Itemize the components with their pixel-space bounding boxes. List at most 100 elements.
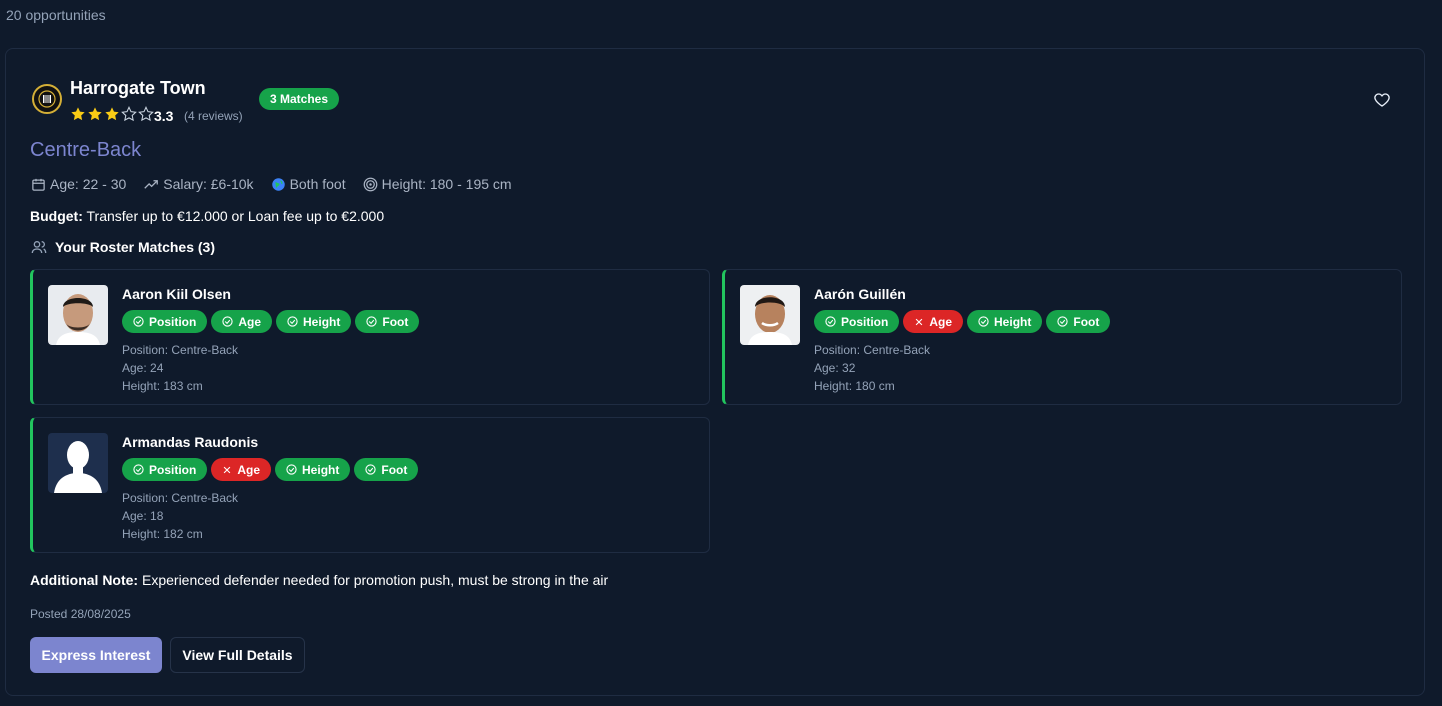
review-count: (4 reviews): [184, 109, 243, 123]
roster-matches-title: Your Roster Matches (3): [31, 239, 215, 255]
player-position: Position: Centre-Back: [122, 343, 239, 357]
match-tags: Position Age Height Foot: [122, 458, 419, 481]
player-name: Armandas Raudonis: [122, 434, 259, 450]
match-tag-label: Age: [929, 314, 953, 329]
player-name: Aaron Kiil Olsen: [122, 286, 231, 302]
player-avatar: [740, 285, 800, 345]
match-tags: Position Age Height Foot: [122, 310, 420, 333]
check-circle-icon: [366, 316, 377, 327]
roster-matches-label: Your Roster Matches (3): [55, 239, 215, 255]
foot-requirement-text: Both foot: [289, 176, 346, 192]
player-height: Height: 180 cm: [814, 379, 895, 393]
match-tags: Position Age Height Foot: [814, 310, 1111, 333]
users-icon: [31, 241, 47, 254]
rating-stars: [70, 106, 154, 122]
match-tag-age: Age: [903, 310, 964, 333]
player-height: Height: 183 cm: [122, 379, 203, 393]
check-circle-icon: [133, 316, 144, 327]
foot-requirement: Both foot: [271, 176, 346, 192]
player-card[interactable]: Armandas Raudonis Position Age Height Fo…: [30, 417, 710, 553]
check-circle-icon: [286, 464, 297, 475]
posted-date: Posted 28/08/2025: [30, 607, 131, 621]
star-empty-icon: [121, 106, 137, 122]
match-tag-foot: Foot: [354, 458, 419, 481]
budget-text: Transfer up to €12.000 or Loan fee up to…: [82, 208, 385, 224]
star-filled-icon: [71, 107, 85, 121]
player-height: Height: 182 cm: [122, 527, 203, 541]
salary-requirement: Salary: £6-10k: [143, 176, 254, 192]
rating-value: 3.3: [154, 108, 174, 124]
player-avatar-placeholder: [48, 433, 108, 493]
player-avatar: [48, 285, 108, 345]
player-info: Position: Centre-Back Age: 24 Height: 18…: [122, 341, 238, 395]
check-circle-icon: [978, 316, 989, 327]
match-tag-foot: Foot: [1046, 310, 1111, 333]
check-circle-icon: [222, 316, 233, 327]
x-icon: [916, 318, 923, 325]
express-interest-button[interactable]: Express Interest: [30, 637, 162, 673]
check-circle-icon: [825, 316, 836, 327]
budget: Budget: Transfer up to €12.000 or Loan f…: [30, 208, 384, 224]
match-tag-label: Foot: [382, 314, 409, 329]
match-tag-foot: Foot: [355, 310, 420, 333]
match-tag-label: Height: [302, 462, 340, 477]
player-position: Position: Centre-Back: [814, 343, 931, 357]
match-tag-age: Age: [211, 310, 273, 333]
match-tag-label: Height: [303, 314, 341, 329]
salary-requirement-text: Salary: £6-10k: [163, 176, 254, 192]
note-text: Experienced defender needed for promotio…: [138, 572, 609, 588]
match-tag-label: Height: [994, 314, 1032, 329]
club-name: Harrogate Town: [70, 78, 206, 98]
opportunities-count: 20 opportunities: [6, 7, 106, 23]
trending-up-icon: [144, 179, 159, 189]
player-age: Age: 18: [122, 509, 164, 523]
view-full-details-button[interactable]: View Full Details: [170, 637, 305, 673]
budget-label: Budget:: [30, 208, 83, 224]
position-title: Centre-Back: [30, 139, 142, 161]
match-tag-label: Age: [237, 462, 261, 477]
star-filled-icon: [88, 107, 102, 121]
player-card[interactable]: Aarón Guillén Position Age Height Foot P…: [722, 269, 1402, 405]
match-tag-label: Foot: [381, 462, 408, 477]
star-empty-icon: [138, 106, 154, 122]
globe-icon: [271, 177, 285, 191]
match-tag-height: Height: [276, 310, 352, 333]
age-requirement: Age: 22 - 30: [31, 176, 126, 192]
player-card[interactable]: Aaron Kiil Olsen Position Age Height Foo…: [30, 269, 710, 405]
match-tag-label: Position: [149, 462, 197, 477]
match-tag-label: Foot: [1073, 314, 1100, 329]
match-tag-position: Position: [814, 310, 900, 333]
check-circle-icon: [133, 464, 144, 475]
player-name: Aarón Guillén: [814, 286, 906, 302]
check-circle-icon: [365, 464, 376, 475]
club-logo: [32, 84, 62, 114]
x-icon: [224, 466, 231, 473]
player-age: Age: 24: [122, 361, 164, 375]
match-tag-label: Age: [238, 314, 262, 329]
player-position: Position: Centre-Back: [122, 491, 239, 505]
heart-icon[interactable]: [1373, 91, 1391, 109]
star-filled-icon: [105, 107, 119, 121]
calendar-icon: [32, 178, 45, 191]
height-requirement: Height: 180 - 195 cm: [363, 176, 512, 192]
check-circle-icon: [287, 316, 298, 327]
age-requirement-text: Age: 22 - 30: [50, 176, 127, 192]
opportunity-card: Harrogate Town 3.3 (4 reviews) 3 Matches…: [5, 48, 1425, 696]
requirements-row: Age: 22 - 30 Salary: £6-10k Both foot He…: [31, 176, 529, 192]
additional-note: Additional Note: Experienced defender ne…: [30, 572, 608, 588]
match-tag-height: Height: [967, 310, 1043, 333]
match-tag-label: Position: [149, 314, 197, 329]
note-label: Additional Note:: [30, 572, 139, 588]
target-icon: [363, 177, 377, 191]
match-tag-position: Position: [122, 310, 208, 333]
player-age: Age: 32: [814, 361, 856, 375]
match-tag-position: Position: [122, 458, 208, 481]
height-requirement-text: Height: 180 - 195 cm: [381, 176, 512, 192]
match-tag-height: Height: [275, 458, 351, 481]
check-circle-icon: [1057, 316, 1068, 327]
match-tag-label: Position: [841, 314, 889, 329]
player-info: Position: Centre-Back Age: 32 Height: 18…: [814, 341, 930, 395]
player-info: Position: Centre-Back Age: 18 Height: 18…: [122, 489, 238, 543]
match-tag-age: Age: [211, 458, 272, 481]
matches-badge: 3 Matches: [259, 88, 340, 110]
